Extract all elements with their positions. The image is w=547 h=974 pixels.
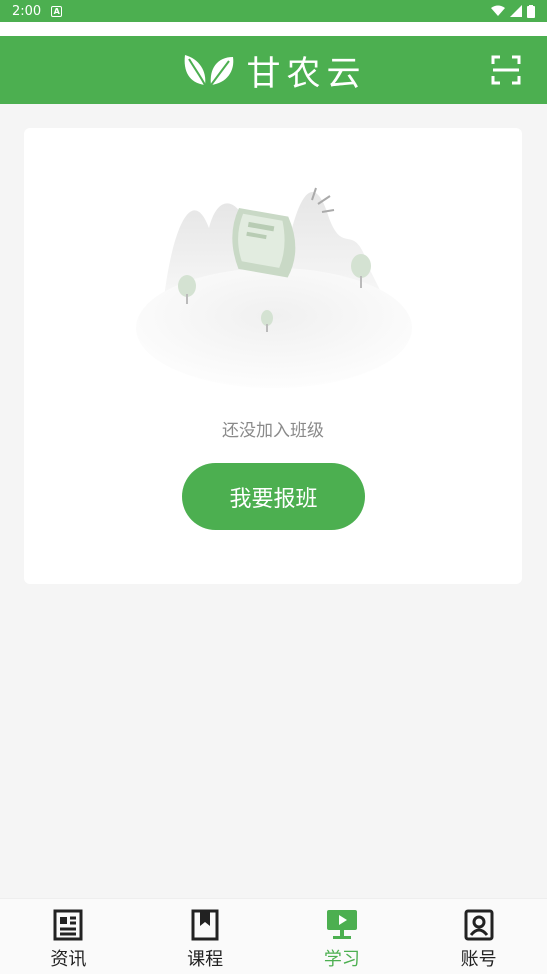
tab-news[interactable]: 资讯 xyxy=(0,899,137,974)
app-header: 甘农云 xyxy=(0,36,547,104)
monitor-play-icon xyxy=(326,910,357,939)
tab-study[interactable]: 学习 xyxy=(274,899,411,974)
scan-icon[interactable] xyxy=(491,55,521,85)
wifi-icon xyxy=(491,5,505,16)
tab-label: 学习 xyxy=(323,949,360,970)
tab-account[interactable]: 账号 xyxy=(410,899,547,974)
bottom-tab-bar: 资讯 课程 学习 账号 xyxy=(0,898,547,974)
empty-illustration xyxy=(136,187,412,388)
enroll-button[interactable]: 我要报班 xyxy=(182,463,365,530)
tab-label: 资讯 xyxy=(50,949,87,970)
account-icon xyxy=(464,909,494,941)
tab-courses[interactable]: 课程 xyxy=(137,899,274,974)
news-icon xyxy=(53,909,83,941)
notification-a-icon: A xyxy=(51,5,63,17)
app-title: 甘农云 xyxy=(246,53,367,94)
class-card: 还没加入班级 我要报班 xyxy=(24,128,522,584)
status-time: 2:00 xyxy=(12,3,42,19)
tab-label: 课程 xyxy=(187,949,224,970)
status-icons xyxy=(491,4,535,18)
leaf-icon xyxy=(184,55,233,86)
bookmark-book-icon xyxy=(191,909,219,941)
brand: 甘农云 xyxy=(181,46,367,95)
battery-icon xyxy=(527,4,535,18)
tab-label: 账号 xyxy=(460,949,497,970)
status-gap xyxy=(0,22,547,36)
signal-icon xyxy=(510,5,522,17)
empty-message: 还没加入班级 xyxy=(222,421,324,441)
status-bar: 2:00 A xyxy=(0,0,547,22)
